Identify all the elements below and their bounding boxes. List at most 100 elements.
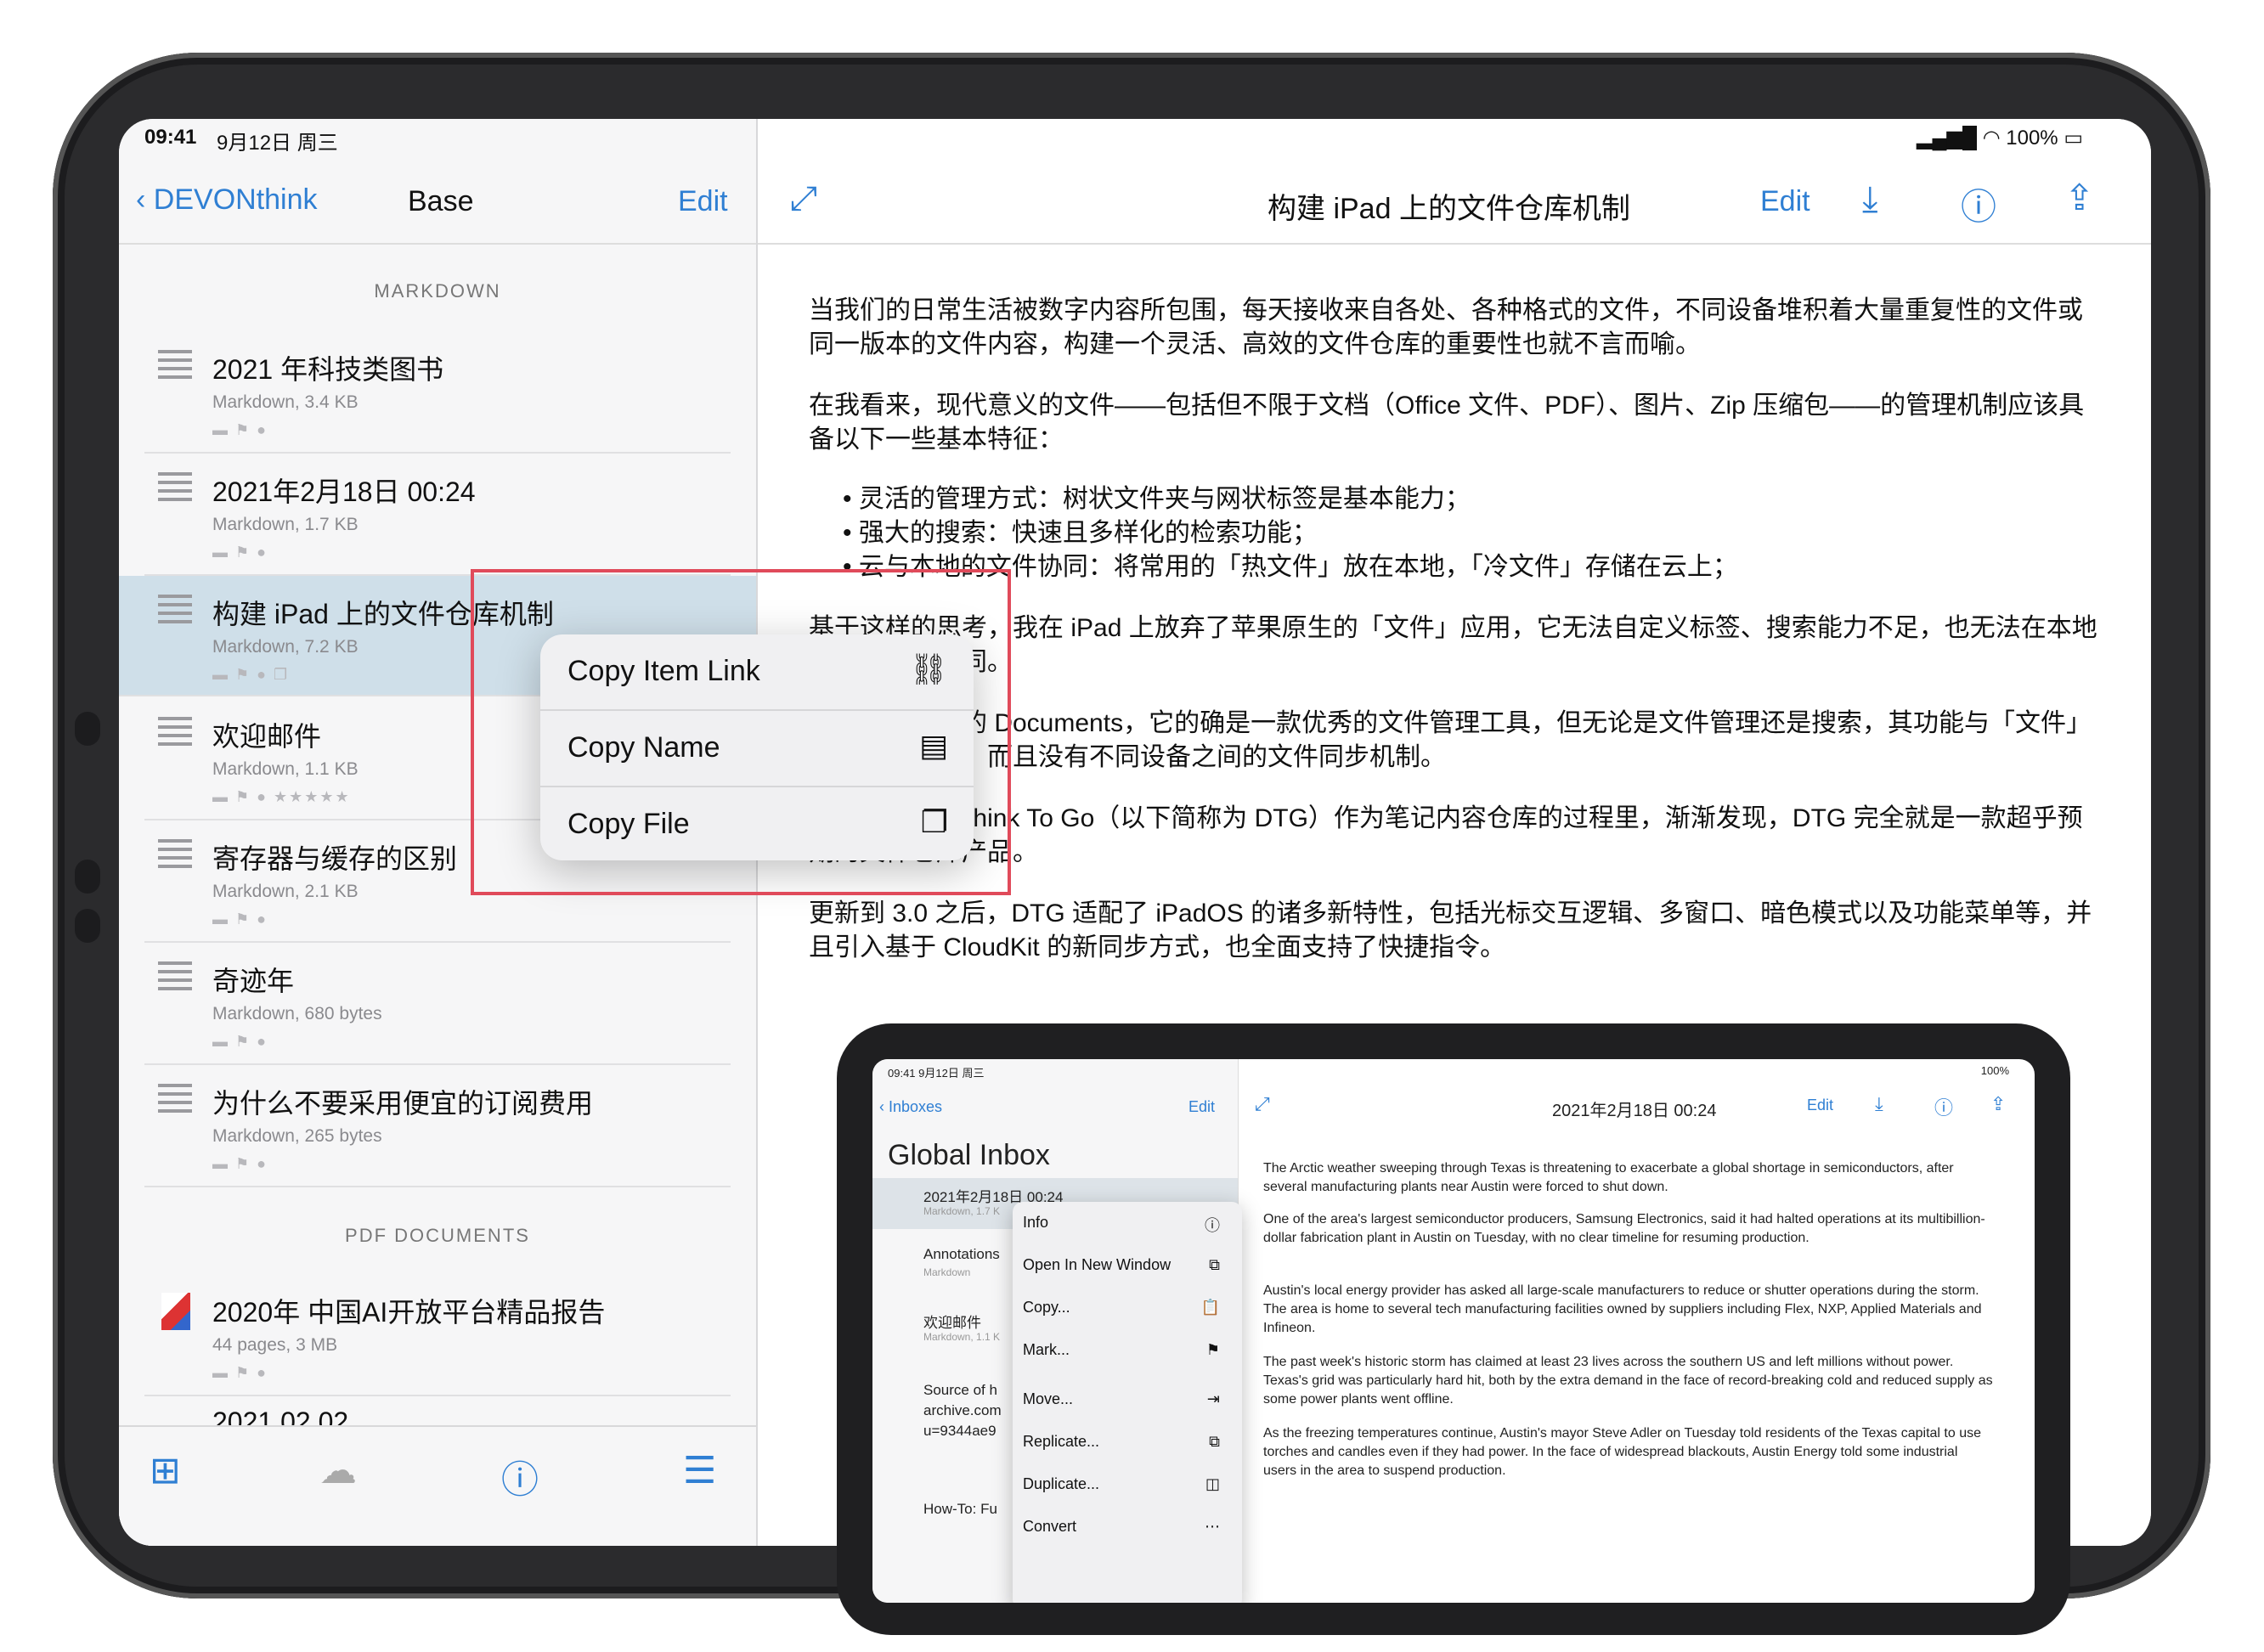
list-item[interactable]: 2021.02.02 xyxy=(144,1396,731,1427)
window-icon: ⧉ xyxy=(1209,1256,1220,1273)
mini-item-sub: u=9344ae9 xyxy=(923,1423,996,1439)
annotation-highlight-box xyxy=(471,569,1011,895)
clipboard-icon: 📋 xyxy=(1200,1299,1220,1316)
item-title: 欢迎邮件 xyxy=(212,721,322,752)
section-markdown: MARKDOWN xyxy=(374,280,501,302)
convert-icon: ⋯ xyxy=(1205,1518,1220,1535)
paragraph: 当我们的日常生活被数字内容所包围，每天接收来自各处、各种格式的文件，不同设备堆积… xyxy=(809,296,2083,358)
fullscreen-toggle-icon[interactable]: ⤢ xyxy=(790,180,817,218)
mini-menu-item[interactable]: Duplicate... ◫ xyxy=(1023,1475,1232,1493)
item-subtitle: Markdown, 1.1 KB xyxy=(212,759,359,779)
download-icon[interactable]: ⤓ xyxy=(1862,178,1878,220)
item-meta: ▬ ⚑ ● ❐ xyxy=(212,666,290,683)
paragraph: 在我看来，现代意义的文件——包括但不限于文档（Office 文件、PDF）、图片… xyxy=(809,392,2085,454)
mini-menu-item[interactable]: Copy... 📋 xyxy=(1023,1299,1232,1317)
list-icon[interactable]: ☰ xyxy=(683,1449,716,1492)
embedded-screen: 09:41 9月12日 周三 ‹ Inboxes Edit Global Inb… xyxy=(872,1059,2035,1603)
pdf-thumbnail-icon xyxy=(161,1293,190,1330)
mini-edit-button[interactable]: Edit xyxy=(1188,1098,1215,1116)
item-subtitle: Markdown, 680 bytes xyxy=(212,1004,382,1023)
item-meta: ▬ ⚑ ● xyxy=(212,1033,268,1050)
cloud-icon[interactable]: ☁ xyxy=(319,1449,357,1492)
mini-detail-title: 2021年2月18日 00:24 xyxy=(1552,1102,1717,1120)
list-item[interactable]: 为什么不要采用便宜的订阅费用 Markdown, 265 bytes ▬ ⚑ ● xyxy=(144,1065,731,1187)
signal-icon: ▂▄▆█ xyxy=(1917,127,1983,149)
mini-item-sub: archive.com xyxy=(923,1402,1002,1418)
info-icon[interactable]: ⓘ xyxy=(501,1449,539,1503)
list-item[interactable]: 奇迹年 Markdown, 680 bytes ▬ ⚑ ● xyxy=(144,943,731,1065)
mini-paragraph: The Arctic weather sweeping through Texa… xyxy=(1263,1161,1954,1194)
mini-item-title: Source of h xyxy=(923,1382,997,1398)
bullet-item: • 灵活的管理方式：树状文件夹与网状标签是基本能力； xyxy=(843,485,1471,513)
item-subtitle: Markdown, 3.4 KB xyxy=(212,392,359,412)
mini-paragraph: One of the area's largest semiconductor … xyxy=(1263,1212,1985,1245)
duplicate-icon: ◫ xyxy=(1205,1475,1220,1492)
item-subtitle: Markdown, 2.1 KB xyxy=(212,882,359,901)
item-meta: ▬ ⚑ ● xyxy=(212,544,268,561)
mini-item-title: Annotations xyxy=(923,1246,1000,1262)
mini-context-menu: Info ⓘ Open In New Window ⧉ Copy... 📋 Mark.… xyxy=(1013,1202,1242,1603)
item-subtitle: Markdown, 7.2 KB xyxy=(212,637,359,657)
info-icon: ⓘ xyxy=(1205,1217,1220,1234)
mini-menu-item[interactable]: Open In New Window ⧉ xyxy=(1023,1256,1232,1274)
mini-info-icon[interactable]: ⓘ xyxy=(1934,1093,1953,1120)
status-battery: ▂▄▆█ ◠ 100% ▭ xyxy=(1917,126,2083,150)
item-title: 寄存器与缓存的区别 xyxy=(212,843,458,874)
document-icon xyxy=(158,717,192,753)
side-button xyxy=(75,712,100,746)
item-title: 2021.02.02 xyxy=(212,1407,349,1427)
detail-edit-button[interactable]: Edit xyxy=(1760,185,1810,218)
mini-menu-item[interactable]: Mark... ⚑ xyxy=(1023,1341,1232,1359)
list-item[interactable]: 2020年 中国AI开放平台精品报告 44 pages, 3 MB ▬ ⚑ ● xyxy=(144,1274,731,1396)
mini-item-sub: Markdown, 1.1 K xyxy=(923,1331,1001,1343)
mini-download-icon[interactable]: ⤓ xyxy=(1875,1093,1883,1115)
nav-divider xyxy=(119,243,756,245)
mini-status-time: 09:41 9月12日 周三 xyxy=(888,1067,985,1080)
document-title: 构建 iPad 上的文件仓库机制 xyxy=(1268,193,1630,225)
mini-item-title: How-To: Fu xyxy=(923,1501,997,1517)
mini-share-icon[interactable]: ⇪ xyxy=(1990,1093,2006,1115)
back-label: DEVONthink xyxy=(153,183,318,216)
side-button xyxy=(75,860,100,894)
mini-back-button[interactable]: ‹ Inboxes xyxy=(879,1098,942,1116)
item-title: 为什么不要采用便宜的订阅费用 xyxy=(212,1088,594,1119)
mini-item-title: 欢迎邮件 xyxy=(923,1315,981,1331)
document-icon xyxy=(158,839,192,875)
mini-status-battery: 100% xyxy=(1980,1064,2009,1077)
add-item-icon[interactable]: ⊞ xyxy=(150,1449,181,1492)
item-subtitle: Markdown, 265 bytes xyxy=(212,1126,382,1146)
item-title: 奇迹年 xyxy=(212,966,295,996)
document-icon xyxy=(158,595,192,630)
share-icon[interactable]: ⇪ xyxy=(2064,177,2094,218)
status-date: 9月12日 周三 xyxy=(217,132,338,155)
bullet-item: • 强大的搜索：快速且多样化的检索功能； xyxy=(843,519,1318,547)
mini-detail-edit[interactable]: Edit xyxy=(1807,1097,1833,1114)
toolbar: ⊞ ☁ ⓘ ☰ xyxy=(119,1425,756,1546)
document-icon xyxy=(158,350,192,386)
sidebar-edit-button[interactable]: Edit xyxy=(678,185,728,218)
mini-menu-item[interactable]: Move... ⇥ xyxy=(1023,1390,1232,1408)
mini-paragraph: Austin's local energy provider has asked… xyxy=(1263,1283,1982,1335)
info-icon[interactable]: ⓘ xyxy=(1961,178,1996,230)
chevron-left-icon: ‹ xyxy=(136,183,154,216)
mini-fullscreen-icon[interactable]: ⤢ xyxy=(1255,1093,1270,1115)
back-button[interactable]: ‹ DEVONthink xyxy=(136,183,318,217)
battery-icon: ▭ xyxy=(2064,127,2083,149)
item-meta: ▬ ⚑ ● xyxy=(212,1364,268,1381)
item-subtitle: Markdown, 1.7 KB xyxy=(212,515,359,534)
list-item[interactable]: 2021 年科技类图书 Markdown, 3.4 KB ▬ ⚑ ● xyxy=(144,331,731,454)
mini-paragraph: The past week's historic storm has claim… xyxy=(1263,1355,1993,1407)
replicate-icon: ⧉ xyxy=(1209,1433,1220,1450)
list-item[interactable]: 2021年2月18日 00:24 Markdown, 1.7 KB ▬ ⚑ ● xyxy=(144,454,731,576)
mini-menu-item[interactable]: Info ⓘ xyxy=(1023,1214,1232,1234)
flag-icon: ⚑ xyxy=(1205,1341,1220,1358)
document-icon xyxy=(158,472,192,508)
item-title: 2021 年科技类图书 xyxy=(212,354,444,385)
mini-inbox-title: Global Inbox xyxy=(888,1139,1050,1171)
item-meta: ▬ ⚑ ● xyxy=(212,1155,268,1172)
mini-menu-item[interactable]: Replicate... ⧉ xyxy=(1023,1433,1232,1451)
move-icon: ⇥ xyxy=(1206,1390,1220,1407)
mini-menu-item[interactable]: Convert ⋯ xyxy=(1023,1518,1232,1536)
sidebar-title: Base xyxy=(408,185,474,217)
nav-divider xyxy=(758,243,2151,245)
